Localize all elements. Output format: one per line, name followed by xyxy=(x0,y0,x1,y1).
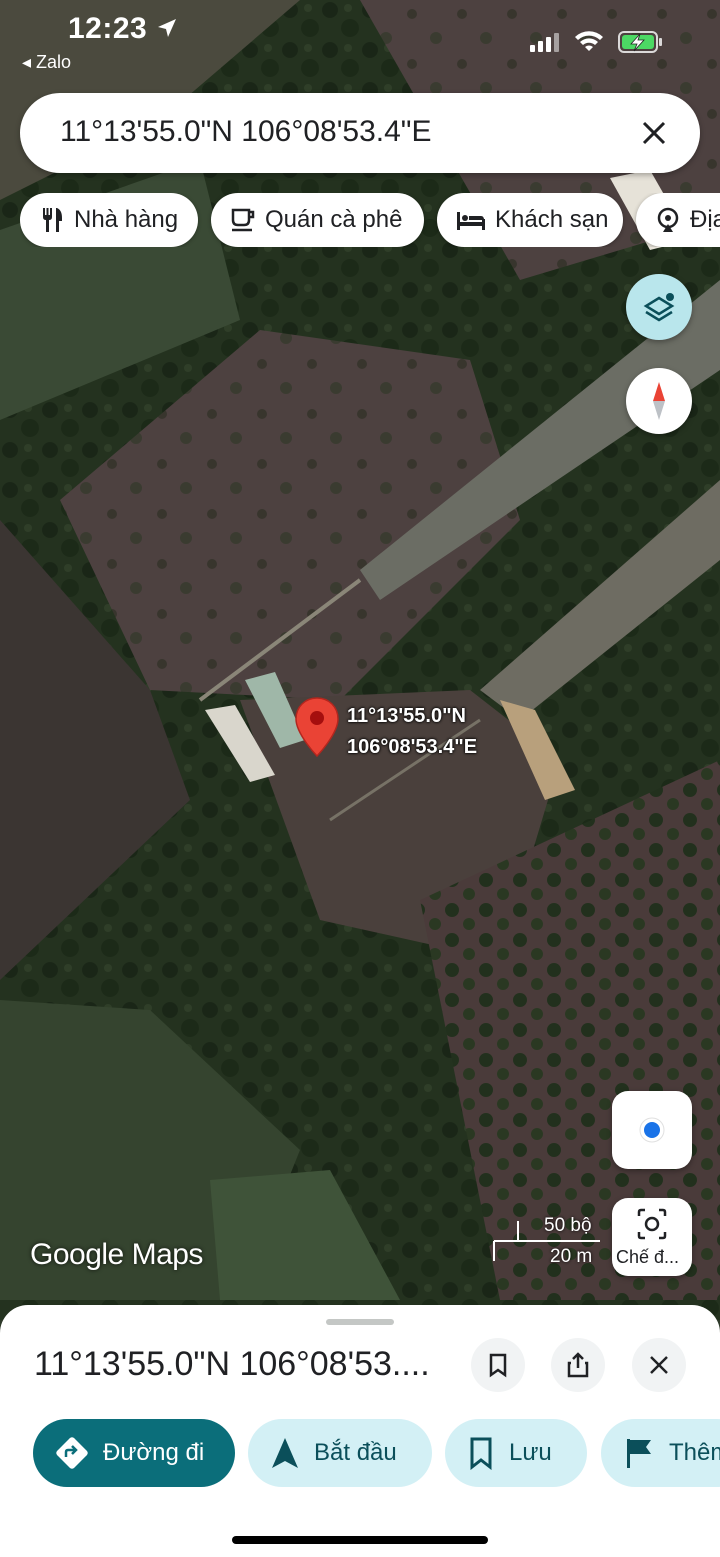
map-pin-icon[interactable] xyxy=(294,696,340,758)
bookmark-icon xyxy=(489,1353,507,1378)
wifi-icon xyxy=(575,31,603,51)
battery-charging-icon xyxy=(618,31,662,53)
camera-scan-icon xyxy=(637,1208,667,1240)
google-maps-logo: Google Maps xyxy=(30,1238,203,1271)
compass-button[interactable] xyxy=(626,368,692,434)
more-button[interactable]: Thêm xyxy=(601,1419,720,1487)
status-bar: 12:23 ◂ Zalo xyxy=(0,0,720,80)
start-label: Bắt đầu xyxy=(314,1439,397,1466)
chip-label: Khách sạn xyxy=(495,206,609,233)
drag-handle[interactable] xyxy=(326,1319,394,1325)
place-bottom-sheet[interactable]: 11°13'55.0"N 106°08'53.... Đường đi Bắt … xyxy=(0,1305,720,1557)
restaurant-icon xyxy=(43,208,62,232)
chip-attractions[interactable]: Địa xyxy=(636,193,720,247)
search-query[interactable]: 11°13'55.0"N 106°08'53.4"E xyxy=(60,115,431,149)
close-sheet-button[interactable] xyxy=(632,1338,686,1392)
share-icon xyxy=(567,1352,589,1378)
coffee-icon xyxy=(231,208,255,232)
search-bar[interactable]: 11°13'55.0"N 106°08'53.4"E xyxy=(20,93,700,173)
status-time: 12:23 xyxy=(68,12,178,46)
category-chips: Nhà hàng Quán cà phê Khách sạn Địa xyxy=(20,193,720,247)
pin-longitude: 106°08'53.4"E xyxy=(347,736,478,758)
start-button[interactable]: Bắt đầu xyxy=(248,1419,432,1487)
home-indicator[interactable] xyxy=(232,1536,488,1544)
compass-icon xyxy=(653,382,665,420)
navigation-arrow-icon xyxy=(272,1438,298,1468)
directions-button[interactable]: Đường đi xyxy=(33,1419,235,1487)
chip-label: Nhà hàng xyxy=(74,206,179,233)
directions-icon xyxy=(56,1437,88,1469)
pin-coordinates-label: 11°13'55.0"N 106°08'53.4"E xyxy=(347,701,477,763)
back-app-label: Zalo xyxy=(36,52,72,72)
chip-coffee[interactable]: Quán cà phê xyxy=(211,193,424,247)
my-location-dot-icon xyxy=(639,1117,665,1143)
location-arrow-icon xyxy=(158,19,177,37)
hotel-icon xyxy=(457,212,485,230)
time-text: 12:23 xyxy=(68,12,148,45)
save-label: Lưu xyxy=(509,1439,552,1466)
my-location-button[interactable] xyxy=(612,1091,692,1169)
layers-button[interactable] xyxy=(626,274,692,340)
share-button[interactable] xyxy=(551,1338,605,1392)
chip-hotels[interactable]: Khách sạn xyxy=(437,193,623,247)
save-icon-button[interactable] xyxy=(471,1338,525,1392)
close-icon xyxy=(650,1356,668,1374)
clear-search-icon[interactable] xyxy=(636,115,672,151)
more-label: Thêm xyxy=(669,1439,720,1466)
pin-latitude: 11°13'55.0"N xyxy=(347,705,466,727)
street-view-button[interactable]: Chế đ... xyxy=(612,1198,692,1276)
map-scale: 50 bộ 20 m xyxy=(490,1215,610,1267)
scale-bar xyxy=(493,1221,600,1261)
save-button[interactable]: Lưu xyxy=(445,1419,587,1487)
attractions-icon xyxy=(657,207,679,232)
back-to-app-button[interactable]: ◂ Zalo xyxy=(22,52,71,73)
signal-icon xyxy=(530,33,559,52)
directions-label: Đường đi xyxy=(103,1439,205,1466)
action-buttons: Đường đi Bắt đầu Lưu Thêm xyxy=(0,1419,720,1487)
chip-restaurants[interactable]: Nhà hàng xyxy=(20,193,198,247)
layers-icon xyxy=(643,293,675,322)
system-icons xyxy=(530,30,664,54)
chip-label: Quán cà phê xyxy=(265,206,403,233)
place-title: 11°13'55.0"N 106°08'53.... xyxy=(34,1345,430,1383)
street-view-label: Chế đ... xyxy=(616,1247,680,1267)
flag-icon xyxy=(627,1439,651,1468)
chip-label: Địa xyxy=(690,206,720,233)
bookmark-icon xyxy=(470,1437,492,1470)
